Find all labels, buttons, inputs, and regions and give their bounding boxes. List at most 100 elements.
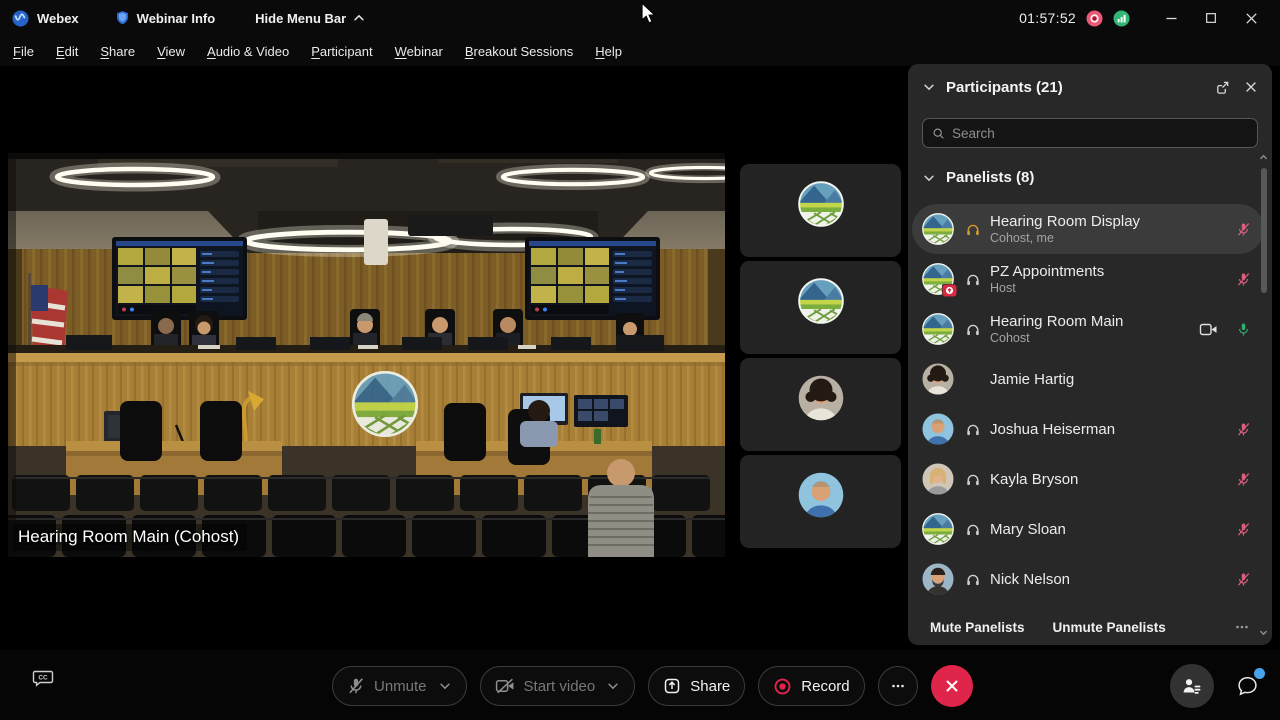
leave-meeting-button[interactable] [930, 665, 973, 707]
popout-panel-icon[interactable] [1215, 80, 1230, 95]
participants-panel-header: Participants (21) [908, 64, 1272, 110]
participant-name: Kayla Bryson [990, 470, 1079, 488]
menu-bar: File Edit Share View Audio & Video Participan… [0, 36, 1280, 66]
share-icon [663, 677, 681, 695]
webinar-info-button[interactable]: Webinar Info [115, 10, 215, 26]
participant-info: Joshua Heiserman [990, 421, 1234, 438]
webex-logo-icon [12, 10, 29, 27]
more-options-icon [890, 678, 906, 694]
share-button[interactable]: Share [648, 666, 746, 706]
participants-icon [1181, 676, 1203, 696]
participant-row[interactable]: Mary Sloan [912, 504, 1264, 554]
chat-bubble-icon [1236, 675, 1259, 697]
video-thumbnail-strip [740, 164, 901, 548]
unmute-panelists-button[interactable]: Unmute Panelists [1053, 620, 1166, 635]
svg-text:CC: CC [38, 675, 48, 682]
menu-item-webinar[interactable]: Webinar [395, 44, 443, 59]
avatar [922, 213, 954, 245]
panelists-section-header[interactable]: Panelists (8) [922, 169, 1034, 186]
menu-item-share[interactable]: Share [100, 44, 135, 59]
avatar [922, 263, 958, 298]
participant-row[interactable]: Jamie Hartig [912, 354, 1264, 404]
avatar [922, 513, 954, 545]
headset-icon [964, 221, 982, 237]
title-bar: Webex Webinar Info Hide Menu Bar 01:57:5… [0, 0, 1280, 36]
video-thumbnail[interactable] [740, 164, 901, 257]
menu-item-view[interactable]: View [157, 44, 185, 59]
chat-toggle-button[interactable] [1232, 668, 1265, 701]
participant-name: Nick Nelson [990, 570, 1071, 588]
participant-row[interactable]: PZ Appointments Host [912, 254, 1264, 304]
menu-item-breakout-sessions[interactable]: Breakout Sessions [465, 44, 573, 59]
video-thumbnail[interactable] [740, 455, 901, 548]
active-speaker-label: Hearing Room Main (Cohost) [14, 524, 248, 551]
window-minimize-button[interactable] [1156, 3, 1186, 33]
participant-search-box[interactable] [922, 118, 1258, 148]
panel-more-options-icon[interactable] [1234, 619, 1250, 635]
mic-muted-icon[interactable] [1234, 572, 1252, 587]
mic-muted-icon[interactable] [1234, 222, 1252, 237]
hide-menu-bar-button[interactable]: Hide Menu Bar [255, 11, 366, 26]
avatar [922, 413, 954, 445]
search-input[interactable] [952, 125, 1248, 141]
record-icon [773, 677, 792, 696]
window-close-button[interactable] [1236, 3, 1266, 33]
menu-item-participant[interactable]: Participant [311, 44, 372, 59]
video-thumbnail[interactable] [740, 261, 901, 354]
search-icon [932, 127, 945, 140]
camera-off-icon [495, 677, 515, 695]
scroll-up-icon[interactable] [1258, 152, 1269, 163]
menu-item-file[interactable]: File [13, 44, 34, 59]
audio-options-chevron-icon[interactable] [438, 679, 452, 693]
main-video-tile[interactable]: Hearing Room Main (Cohost) [8, 153, 725, 557]
recording-indicator-icon [1086, 10, 1103, 27]
video-thumbnail[interactable] [740, 358, 901, 451]
participant-name: Hearing Room Main [990, 313, 1124, 330]
participant-row[interactable]: Hearing Room Display Cohost, me [912, 204, 1264, 254]
headset-icon [964, 521, 982, 537]
camera-on-icon [1196, 322, 1220, 337]
menu-item-edit[interactable]: Edit [56, 44, 78, 59]
headset-icon [964, 471, 982, 487]
participant-row[interactable]: Joshua Heiserman [912, 404, 1264, 454]
video-options-chevron-icon[interactable] [606, 679, 620, 693]
menu-item-audio-video[interactable]: Audio & Video [207, 44, 289, 59]
participant-info: Nick Nelson [990, 571, 1234, 588]
app-brand: Webex [0, 10, 79, 27]
mute-panelists-button[interactable]: Mute Panelists [930, 620, 1025, 635]
participant-row[interactable]: Kayla Bryson [912, 454, 1264, 504]
scrollbar-thumb[interactable] [1261, 168, 1267, 293]
section-chevron-icon [922, 171, 936, 185]
panel-scrollbar[interactable] [1259, 154, 1268, 636]
participant-role: Cohost, me [990, 231, 1054, 245]
avatar [797, 180, 844, 227]
mic-active-icon[interactable] [1234, 322, 1252, 337]
hearing-room-video-frame [8, 153, 725, 557]
mic-muted-icon[interactable] [1234, 472, 1252, 487]
avatar [922, 563, 954, 595]
record-button[interactable]: Record [758, 666, 865, 706]
participant-row[interactable]: Nick Nelson [912, 554, 1264, 604]
mic-muted-icon[interactable] [1234, 272, 1252, 287]
participant-list: Hearing Room Display Cohost, me PZ Appoint… [912, 204, 1264, 604]
window-maximize-button[interactable] [1196, 3, 1226, 33]
mic-muted-icon[interactable] [1234, 522, 1252, 537]
participant-row[interactable]: Hearing Room Main Cohost [912, 304, 1264, 354]
close-panel-icon[interactable] [1244, 80, 1258, 94]
more-options-button[interactable] [877, 666, 918, 706]
mic-muted-icon[interactable] [1234, 422, 1252, 437]
webex-window: { "title_bar": { "app_name": "Webex", "w… [0, 0, 1280, 720]
participants-panel-footer: Mute Panelists Unmute Panelists [908, 619, 1272, 635]
start-video-label: Start video [523, 677, 596, 695]
participants-panel-title: Participants (21) [946, 78, 1063, 96]
start-video-button[interactable]: Start video [479, 666, 636, 706]
collapse-panel-chevron-icon[interactable] [922, 80, 936, 94]
unmute-label: Unmute [374, 677, 427, 695]
avatar [922, 463, 954, 495]
avatar [798, 375, 844, 421]
unmute-button[interactable]: Unmute [332, 666, 467, 706]
participants-toggle-button[interactable] [1170, 664, 1214, 708]
participant-info: Hearing Room Display Cohost, me [990, 213, 1234, 245]
closed-captions-button[interactable]: CC [32, 668, 54, 688]
menu-item-help[interactable]: Help [595, 44, 622, 59]
